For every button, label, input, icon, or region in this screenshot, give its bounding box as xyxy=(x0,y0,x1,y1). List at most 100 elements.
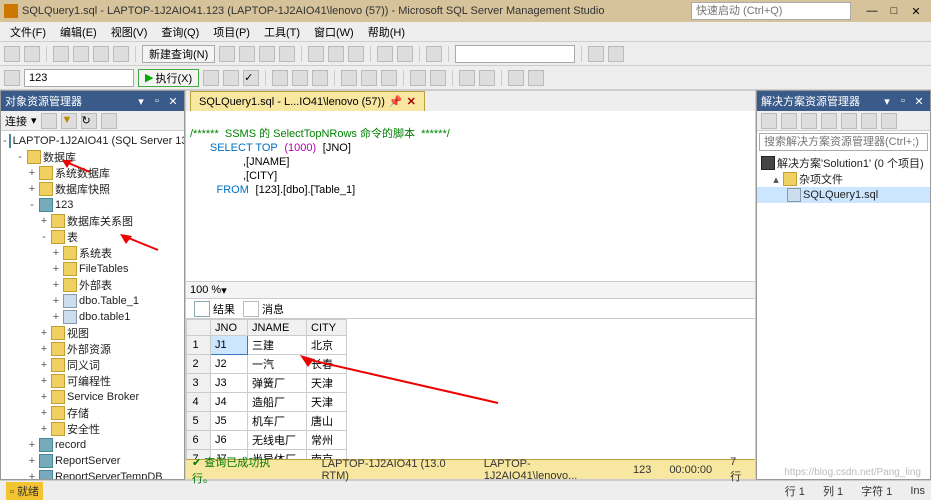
connect-button[interactable]: 连接 xyxy=(5,113,27,129)
tb-ico-c[interactable] xyxy=(259,46,275,62)
home-icon[interactable] xyxy=(761,113,777,129)
table-row[interactable]: 4J4造船厂天津 xyxy=(187,393,347,412)
tree-node[interactable]: +ReportServer xyxy=(1,453,184,469)
menu-project[interactable]: 项目(P) xyxy=(207,22,256,42)
tree-node[interactable]: +数据库关系图 xyxy=(1,213,184,229)
quick-launch-input[interactable] xyxy=(691,2,851,20)
outdent-icon[interactable] xyxy=(479,70,495,86)
parse-icon[interactable]: ✓ xyxy=(243,70,259,86)
tree-server-root[interactable]: -LAPTOP-1J2AIO41 (SQL Server 13.. xyxy=(1,133,184,149)
table-row[interactable]: 2J2一汽长春 xyxy=(187,355,347,374)
undo-icon[interactable] xyxy=(377,46,393,62)
find-combo[interactable] xyxy=(455,45,575,63)
save-all-icon[interactable] xyxy=(113,46,129,62)
nav-fwd-icon[interactable] xyxy=(24,46,40,62)
copy-icon[interactable] xyxy=(328,46,344,62)
database-combo[interactable]: 123 xyxy=(24,69,134,87)
tb-ico-a[interactable] xyxy=(219,46,235,62)
tree-node[interactable]: +外部表 xyxy=(1,277,184,293)
close-icon[interactable]: ✕ xyxy=(907,2,925,20)
plan-icon[interactable] xyxy=(272,70,288,86)
tb-s2[interactable] xyxy=(292,70,308,86)
table-row[interactable]: 3J3弹簧厂天津 xyxy=(187,374,347,393)
misc-folder[interactable]: ▴杂项文件 xyxy=(757,171,930,187)
sql-editor[interactable]: /****** SSMS 的 SelectTopNRows 命令的脚本 ****… xyxy=(186,111,755,281)
redo-icon[interactable] xyxy=(397,46,413,62)
tree-node[interactable]: +dbo.Table_1 xyxy=(1,293,184,309)
solexp-close-icon[interactable]: ✕ xyxy=(912,94,926,108)
cut-icon[interactable] xyxy=(308,46,324,62)
wrench-icon[interactable] xyxy=(881,113,897,129)
open-icon[interactable] xyxy=(73,46,89,62)
stop-icon[interactable] xyxy=(223,70,239,86)
solution-file[interactable]: SQLQuery1.sql xyxy=(757,187,930,203)
tb-ico-e[interactable] xyxy=(588,46,604,62)
tree-node[interactable]: +同义词 xyxy=(1,357,184,373)
search-icon[interactable] xyxy=(101,113,117,129)
save-icon[interactable] xyxy=(93,46,109,62)
menu-file[interactable]: 文件(F) xyxy=(4,22,52,42)
tb-s5[interactable] xyxy=(528,70,544,86)
pin-icon[interactable]: ▫ xyxy=(150,94,164,108)
tree-node[interactable]: +Service Broker xyxy=(1,389,184,405)
tb-sql-ico[interactable] xyxy=(4,70,20,86)
props-icon[interactable] xyxy=(841,113,857,129)
col-header[interactable]: CITY xyxy=(307,320,347,336)
editor-tab[interactable]: SQLQuery1.sql - L...IO41\lenovo (57)) 📌 … xyxy=(190,91,425,111)
sync-icon[interactable] xyxy=(781,113,797,129)
results-file-icon[interactable] xyxy=(381,70,397,86)
tree-node[interactable]: +dbo.table1 xyxy=(1,309,184,325)
tab-pin-icon[interactable]: 📌 xyxy=(389,95,403,108)
execute-button[interactable]: ▶执行(X) xyxy=(138,69,199,87)
tree-node[interactable]: -数据库 xyxy=(1,149,184,165)
tb-s4[interactable] xyxy=(508,70,524,86)
tree-node[interactable]: -表 xyxy=(1,229,184,245)
results-text-icon[interactable] xyxy=(361,70,377,86)
menu-window[interactable]: 窗口(W) xyxy=(308,22,360,42)
results-tab[interactable]: 结果 xyxy=(194,301,235,317)
collapse-icon[interactable] xyxy=(821,113,837,129)
properties-icon[interactable] xyxy=(426,46,442,62)
uncomment-icon[interactable] xyxy=(430,70,446,86)
tree-node[interactable]: +ReportServerTempDB xyxy=(1,469,184,479)
tree-node[interactable]: +系统表 xyxy=(1,245,184,261)
col-header[interactable]: JNAME xyxy=(248,320,307,336)
messages-tab[interactable]: 消息 xyxy=(243,301,284,317)
disconnect-icon[interactable] xyxy=(41,113,57,129)
table-row[interactable]: 6J6无线电厂常州 xyxy=(187,431,347,450)
tree-node[interactable]: +外部资源 xyxy=(1,341,184,357)
solexp-search-input[interactable] xyxy=(759,133,928,151)
tree-node[interactable]: +record xyxy=(1,437,184,453)
debug-icon[interactable] xyxy=(203,70,219,86)
indent-icon[interactable] xyxy=(459,70,475,86)
results-grid[interactable]: JNOJNAMECITY1J1三建北京2J2一汽长春3J3弹簧厂天津4J4造船厂… xyxy=(186,319,755,459)
col-header[interactable]: JNO xyxy=(211,320,248,336)
refresh-icon[interactable]: ↻ xyxy=(81,113,97,129)
new-query-button[interactable]: 新建查询(N) xyxy=(142,45,215,63)
tree-node[interactable]: +视图 xyxy=(1,325,184,341)
tree-node[interactable]: +存储 xyxy=(1,405,184,421)
tree-node[interactable]: +FileTables xyxy=(1,261,184,277)
tab-close-icon[interactable]: ✕ xyxy=(407,95,416,108)
menu-tools[interactable]: 工具(T) xyxy=(258,22,306,42)
table-row[interactable]: 5J5机车厂唐山 xyxy=(187,412,347,431)
menu-help[interactable]: 帮助(H) xyxy=(362,22,411,42)
maximize-icon[interactable]: □ xyxy=(885,2,903,20)
tb-ico-b[interactable] xyxy=(239,46,255,62)
solution-root[interactable]: 解决方案'Solution1' (0 个项目) xyxy=(757,155,930,171)
tree-node[interactable]: +系统数据库 xyxy=(1,165,184,181)
menu-query[interactable]: 查询(Q) xyxy=(155,22,205,42)
filter-icon[interactable]: ▼ xyxy=(61,113,77,129)
refresh2-icon[interactable] xyxy=(801,113,817,129)
nav-back-icon[interactable] xyxy=(4,46,20,62)
minimize-icon[interactable]: — xyxy=(863,2,881,20)
tb-s3[interactable] xyxy=(312,70,328,86)
paste-icon[interactable] xyxy=(348,46,364,62)
close-panel-icon[interactable]: ✕ xyxy=(166,94,180,108)
tree-node[interactable]: -123 xyxy=(1,197,184,213)
results-grid-icon[interactable] xyxy=(341,70,357,86)
tb-ico-f[interactable] xyxy=(608,46,624,62)
solexp-pin-icon[interactable]: ▫ xyxy=(896,94,910,108)
menu-view[interactable]: 视图(V) xyxy=(105,22,154,42)
new-project-icon[interactable] xyxy=(53,46,69,62)
